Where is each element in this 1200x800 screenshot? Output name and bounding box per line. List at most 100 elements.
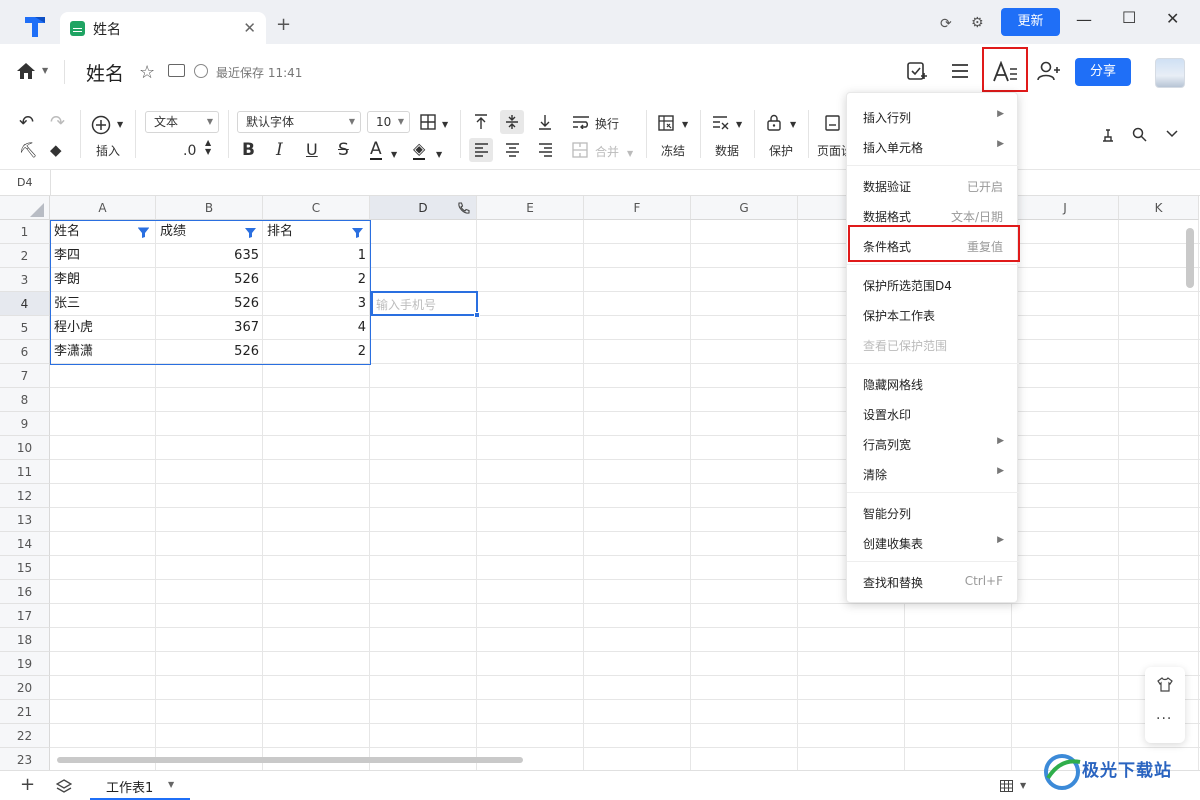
bold-icon[interactable]: B (242, 141, 255, 159)
row-header-17[interactable]: 17 (0, 604, 50, 628)
redo-icon[interactable]: ↷ (50, 114, 65, 132)
window-close-icon[interactable]: ✕ (1166, 9, 1179, 28)
chevron-down-icon[interactable]: ▼ (790, 116, 796, 134)
column-header-g[interactable]: G (691, 196, 798, 220)
brush-icon[interactable] (1100, 127, 1116, 143)
menu-item[interactable]: 保护本工作表 (847, 299, 1019, 329)
chevron-down-icon[interactable]: ▼ (42, 66, 48, 75)
column-header-k[interactable]: K (1119, 196, 1199, 220)
page-icon[interactable] (825, 115, 840, 131)
wrap-icon[interactable] (572, 115, 590, 129)
app-logo-icon[interactable] (22, 14, 48, 40)
share-button[interactable]: 分享 (1075, 58, 1131, 86)
align-top-icon[interactable] (474, 114, 488, 130)
menu-item[interactable]: 清除 ▶ (847, 458, 1019, 488)
menu-item[interactable]: 智能分列 (847, 497, 1019, 527)
update-button[interactable]: 更新 (1001, 8, 1060, 36)
minimize-icon[interactable]: — (1076, 10, 1092, 29)
underline-icon[interactable]: U (306, 141, 318, 159)
plus-icon[interactable]: + (276, 16, 291, 34)
menu-item[interactable]: 查找和替换 Ctrl+F (847, 566, 1019, 596)
add-sheet-icon[interactable]: + (20, 774, 35, 795)
column-header-c[interactable]: C (263, 196, 370, 220)
row-header-23[interactable]: 23 (0, 748, 50, 770)
row-header-21[interactable]: 21 (0, 700, 50, 724)
sheet-tab[interactable]: 工作表1 ▼ (90, 771, 190, 800)
spreadsheet-grid[interactable]: ABCDEFGHIJK 1234567891011121314151617181… (0, 196, 1200, 770)
font-size-select[interactable]: 10 ▼ (367, 111, 410, 133)
row-header-10[interactable]: 10 (0, 436, 50, 460)
row-header-12[interactable]: 12 (0, 484, 50, 508)
row-header-14[interactable]: 14 (0, 532, 50, 556)
row-header-13[interactable]: 13 (0, 508, 50, 532)
close-icon[interactable]: ✕ (243, 19, 256, 37)
border-icon[interactable] (420, 114, 436, 130)
column-header-j[interactable]: J (1012, 196, 1119, 220)
chevron-down-icon[interactable]: ▼ (1020, 781, 1026, 790)
settings-icon[interactable]: ⚙ (971, 15, 984, 31)
avatar[interactable] (1155, 58, 1185, 88)
fill-handle[interactable] (474, 312, 480, 318)
chevron-down-icon[interactable]: ▼ (168, 780, 174, 789)
align-left-icon[interactable] (474, 143, 489, 157)
eraser-icon[interactable]: ◆ (50, 141, 62, 159)
freeze-icon[interactable] (658, 115, 674, 131)
wrap-label[interactable]: 换行 (595, 115, 619, 132)
data-label[interactable]: 数据 (715, 142, 739, 159)
row-header-9[interactable]: 9 (0, 412, 50, 436)
freeze-label[interactable]: 冻结 (661, 142, 685, 159)
row-header-18[interactable]: 18 (0, 628, 50, 652)
align-center-icon[interactable] (505, 143, 520, 157)
italic-icon[interactable]: I (276, 141, 283, 159)
chevron-down-icon[interactable]: ▼ (391, 146, 397, 164)
data-icon[interactable] (712, 115, 730, 131)
star-icon[interactable]: ☆ (139, 62, 155, 83)
chevron-down-icon[interactable]: ▼ (117, 116, 123, 134)
home-icon[interactable] (16, 62, 36, 80)
document-tab[interactable]: 姓名 ✕ (60, 12, 266, 44)
menu-item[interactable]: 保护所选范围D4 (847, 269, 1019, 299)
row-header-22[interactable]: 22 (0, 724, 50, 748)
row-header-6[interactable]: 6 (0, 340, 50, 364)
chevron-down-icon[interactable]: ▼ (436, 146, 442, 164)
number-format-select[interactable]: 文本 ▼ (145, 111, 219, 133)
align-right-icon[interactable] (538, 143, 553, 157)
fill-color-icon[interactable]: ◈ (413, 140, 426, 160)
grid-view-icon[interactable] (1000, 780, 1013, 792)
task-icon[interactable] (906, 60, 928, 82)
formula-input[interactable] (51, 170, 1200, 196)
menu-item[interactable]: 插入单元格 ▶ (847, 131, 1019, 161)
horizontal-scrollbar[interactable] (57, 757, 523, 763)
cell-reference[interactable]: D4 (17, 176, 32, 189)
chevron-down-icon[interactable]: ▼ (736, 116, 742, 134)
format-painter-icon[interactable]: ⛏ (19, 141, 38, 159)
menu-item[interactable]: 创建收集表 ▶ (847, 527, 1019, 557)
layers-icon[interactable] (56, 779, 72, 793)
row-header-8[interactable]: 8 (0, 388, 50, 412)
menu-item[interactable]: 数据验证 已开启 (847, 170, 1019, 200)
menu-icon[interactable] (951, 63, 969, 79)
font-color-icon[interactable]: A (370, 140, 382, 160)
decimal-label[interactable]: .0 (183, 143, 196, 159)
row-header-11[interactable]: 11 (0, 460, 50, 484)
column-header-f[interactable]: F (584, 196, 691, 220)
vertical-scrollbar[interactable] (1186, 228, 1194, 288)
row-header-19[interactable]: 19 (0, 652, 50, 676)
row-header-4[interactable]: 4 (0, 292, 50, 316)
decimal-stepper[interactable]: ▲ ▼ (205, 138, 211, 156)
add-user-icon[interactable] (1037, 60, 1061, 82)
column-header-b[interactable]: B (156, 196, 263, 220)
align-bottom-icon[interactable] (538, 114, 552, 130)
menu-item[interactable]: 插入行列 ▶ (847, 101, 1019, 131)
menu-item[interactable]: 设置水印 (847, 398, 1019, 428)
merge-icon[interactable] (572, 142, 588, 158)
row-header-1[interactable]: 1 (0, 220, 50, 244)
align-middle-icon[interactable] (505, 114, 519, 130)
chevron-down-icon[interactable]: ▼ (627, 145, 633, 163)
font-family-select[interactable]: 默认字体 ▼ (237, 111, 361, 133)
strikethrough-icon[interactable]: S (338, 141, 349, 159)
document-title[interactable]: 姓名 (86, 59, 124, 86)
move-icon[interactable] (168, 64, 185, 77)
active-cell[interactable]: 输入手机号 (371, 291, 478, 316)
merge-label[interactable]: 合并 (595, 143, 619, 160)
